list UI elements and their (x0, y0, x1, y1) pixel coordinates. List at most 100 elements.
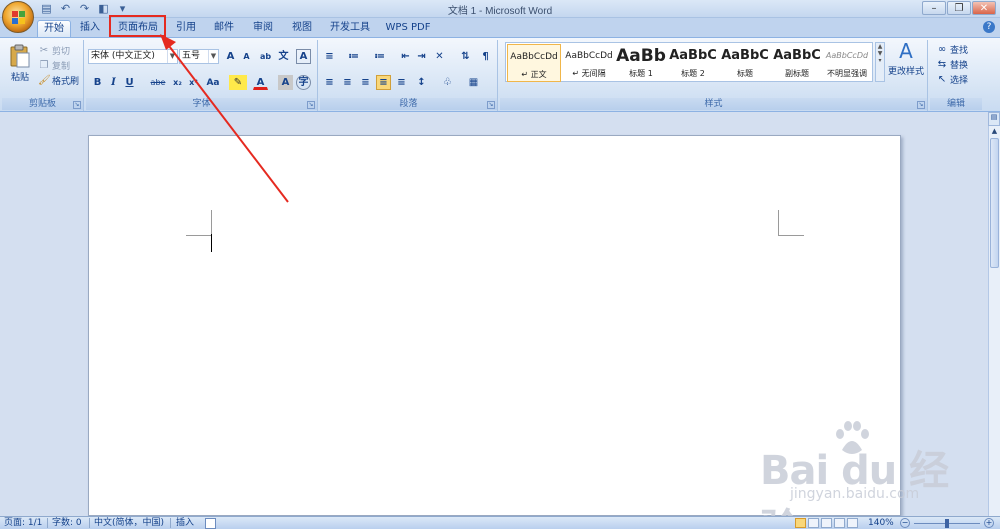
distribute-icon[interactable]: ≡ (394, 75, 409, 90)
cut-button[interactable]: ✂ 剪切 (38, 44, 71, 58)
word-count[interactable]: 字数: 0 (52, 518, 82, 529)
page-layout-highlight-box (109, 15, 166, 37)
paragraph-launcher-icon[interactable]: ↘ (487, 101, 495, 109)
tab-developer[interactable]: 开发工具 (326, 20, 374, 37)
format-painter-button[interactable]: 🖌 格式刷 (38, 74, 80, 88)
zoom-slider-thumb[interactable] (945, 519, 949, 528)
zoom-level[interactable]: 140% (868, 518, 894, 529)
sort-icon[interactable]: ⇅ (458, 49, 473, 64)
change-styles-label: 更改样式 (888, 67, 925, 77)
tab-review[interactable]: 审阅 (247, 20, 279, 37)
strikethrough-button[interactable]: abe (148, 75, 168, 90)
select-button[interactable]: ↖ 选择 (936, 73, 968, 87)
help-icon[interactable]: ? (983, 21, 995, 33)
italic-button[interactable]: I (106, 75, 121, 90)
styles-launcher-icon[interactable]: ↘ (917, 101, 925, 109)
grow-font-icon[interactable]: A (223, 49, 238, 64)
show-marks-icon[interactable]: ¶ (478, 49, 493, 64)
style-heading-2[interactable]: AaBbC 标题 2 (666, 44, 720, 82)
minimize-button[interactable]: – (922, 1, 946, 15)
insert-mode[interactable]: 插入 (176, 518, 194, 529)
tab-wps-pdf[interactable]: WPS PDF (382, 20, 434, 37)
shrink-font-icon[interactable]: A (239, 49, 254, 64)
clipboard-launcher-icon[interactable]: ↘ (73, 101, 81, 109)
tab-mailings[interactable]: 邮件 (208, 20, 240, 37)
office-button[interactable] (2, 1, 34, 33)
align-center-icon[interactable]: ≡ (340, 75, 355, 90)
change-styles-button[interactable]: A 更改样式 (888, 40, 924, 77)
enclosed-char-icon[interactable]: 字 (296, 75, 311, 90)
scroll-up-icon[interactable]: ▲ (989, 126, 1000, 137)
language-indicator[interactable]: 中文(简体，中国) (94, 518, 164, 529)
style-heading-1[interactable]: AaBb 标题 1 (614, 44, 668, 82)
scrollbar-thumb[interactable] (990, 138, 999, 268)
decrease-indent-icon[interactable]: ⇤ (398, 49, 413, 64)
draft-view-icon[interactable] (847, 518, 858, 528)
restore-button[interactable]: ❐ (947, 1, 971, 15)
style-subtitle[interactable]: AaBbC 副标题 (770, 44, 824, 82)
style-no-spacing[interactable]: AaBbCcDd ↵ 无间隔 (562, 44, 616, 82)
align-right-icon[interactable]: ≡ (358, 75, 373, 90)
multilevel-list-icon[interactable]: ≔ (372, 49, 387, 64)
shading-icon[interactable]: ♧ (440, 75, 455, 90)
status-separator (89, 518, 90, 528)
copy-button[interactable]: ❐ 复制 (38, 59, 71, 73)
phonetic-guide-icon[interactable]: 文 (276, 49, 291, 64)
print-layout-icon[interactable] (795, 518, 806, 528)
style-name: 不明显强调 (827, 69, 867, 78)
close-button[interactable]: ✕ (972, 1, 996, 15)
font-color-icon[interactable]: A (253, 75, 268, 90)
borders-icon[interactable]: ▦ (466, 75, 481, 90)
outline-view-icon[interactable] (834, 518, 845, 528)
increase-indent-icon[interactable]: ⇥ (414, 49, 429, 64)
select-cursor-icon: ↖ (937, 73, 947, 85)
font-name-value: 宋体 (中文正文) (91, 51, 155, 61)
clipboard-group-label: 剪贴板 (2, 98, 83, 110)
page-count[interactable]: 页面: 1/1 (4, 518, 42, 529)
zoom-out-icon[interactable]: − (900, 518, 910, 528)
justify-icon[interactable]: ≡ (376, 75, 391, 90)
superscript-button[interactable]: x² (186, 75, 201, 90)
underline-button[interactable]: U (122, 75, 137, 90)
style-sample: AaBbC (773, 48, 821, 63)
font-launcher-icon[interactable]: ↘ (307, 101, 315, 109)
margin-corner-mark (186, 210, 212, 236)
full-screen-reading-icon[interactable] (808, 518, 819, 528)
chinese-layout-icon[interactable]: ✕ (432, 49, 447, 64)
font-size-combo[interactable]: 五号 ▼ (179, 49, 219, 64)
cut-label: 剪切 (52, 47, 71, 57)
style-title[interactable]: AaBbC 标题 (718, 44, 772, 82)
style-gallery-scroll[interactable]: ▲ ▼ ▾ (875, 42, 885, 82)
bold-button[interactable]: B (90, 75, 105, 90)
paste-button[interactable]: 粘贴 (6, 44, 34, 83)
subscript-button[interactable]: x₂ (170, 75, 185, 90)
align-left-icon[interactable]: ≡ (322, 75, 337, 90)
style-subtle-emphasis[interactable]: AaBbCcDd 不明显强调 (822, 44, 872, 82)
line-spacing-icon[interactable]: ↕ (414, 75, 429, 90)
view-ruler-icon[interactable]: ▤ (988, 112, 1000, 126)
style-normal[interactable]: AaBbCcDd ↵ 正文 (507, 44, 561, 82)
style-name: 标题 2 (681, 69, 705, 78)
style-name: 标题 1 (629, 69, 653, 78)
format-painter-label: 格式刷 (52, 77, 80, 87)
replace-button[interactable]: ⇆ 替换 (936, 58, 968, 72)
tab-view[interactable]: 视图 (286, 20, 318, 37)
tab-home[interactable]: 开始 (37, 20, 71, 37)
vertical-scrollbar[interactable]: ▲ (988, 126, 1000, 516)
tab-references[interactable]: 引用 (170, 20, 202, 37)
tab-insert[interactable]: 插入 (74, 20, 106, 37)
font-name-combo[interactable]: 宋体 (中文正文) ▼ (88, 49, 178, 64)
char-shading-icon[interactable]: A (278, 75, 293, 90)
bullets-icon[interactable]: ≡ (322, 49, 337, 64)
zoom-in-icon[interactable]: + (984, 518, 994, 528)
change-case-button[interactable]: Aa (203, 75, 223, 90)
clear-format-icon[interactable]: ab (258, 49, 273, 64)
numbering-icon[interactable]: ≔ (346, 49, 361, 64)
find-button[interactable]: ∞ 查找 (936, 43, 968, 57)
style-name: 副标题 (785, 69, 809, 78)
highlight-icon[interactable]: ✎ (229, 75, 247, 90)
copy-icon: ❐ (39, 59, 49, 71)
web-layout-icon[interactable] (821, 518, 832, 528)
char-border-icon[interactable]: A (296, 49, 311, 64)
macro-record-icon[interactable] (205, 518, 216, 529)
